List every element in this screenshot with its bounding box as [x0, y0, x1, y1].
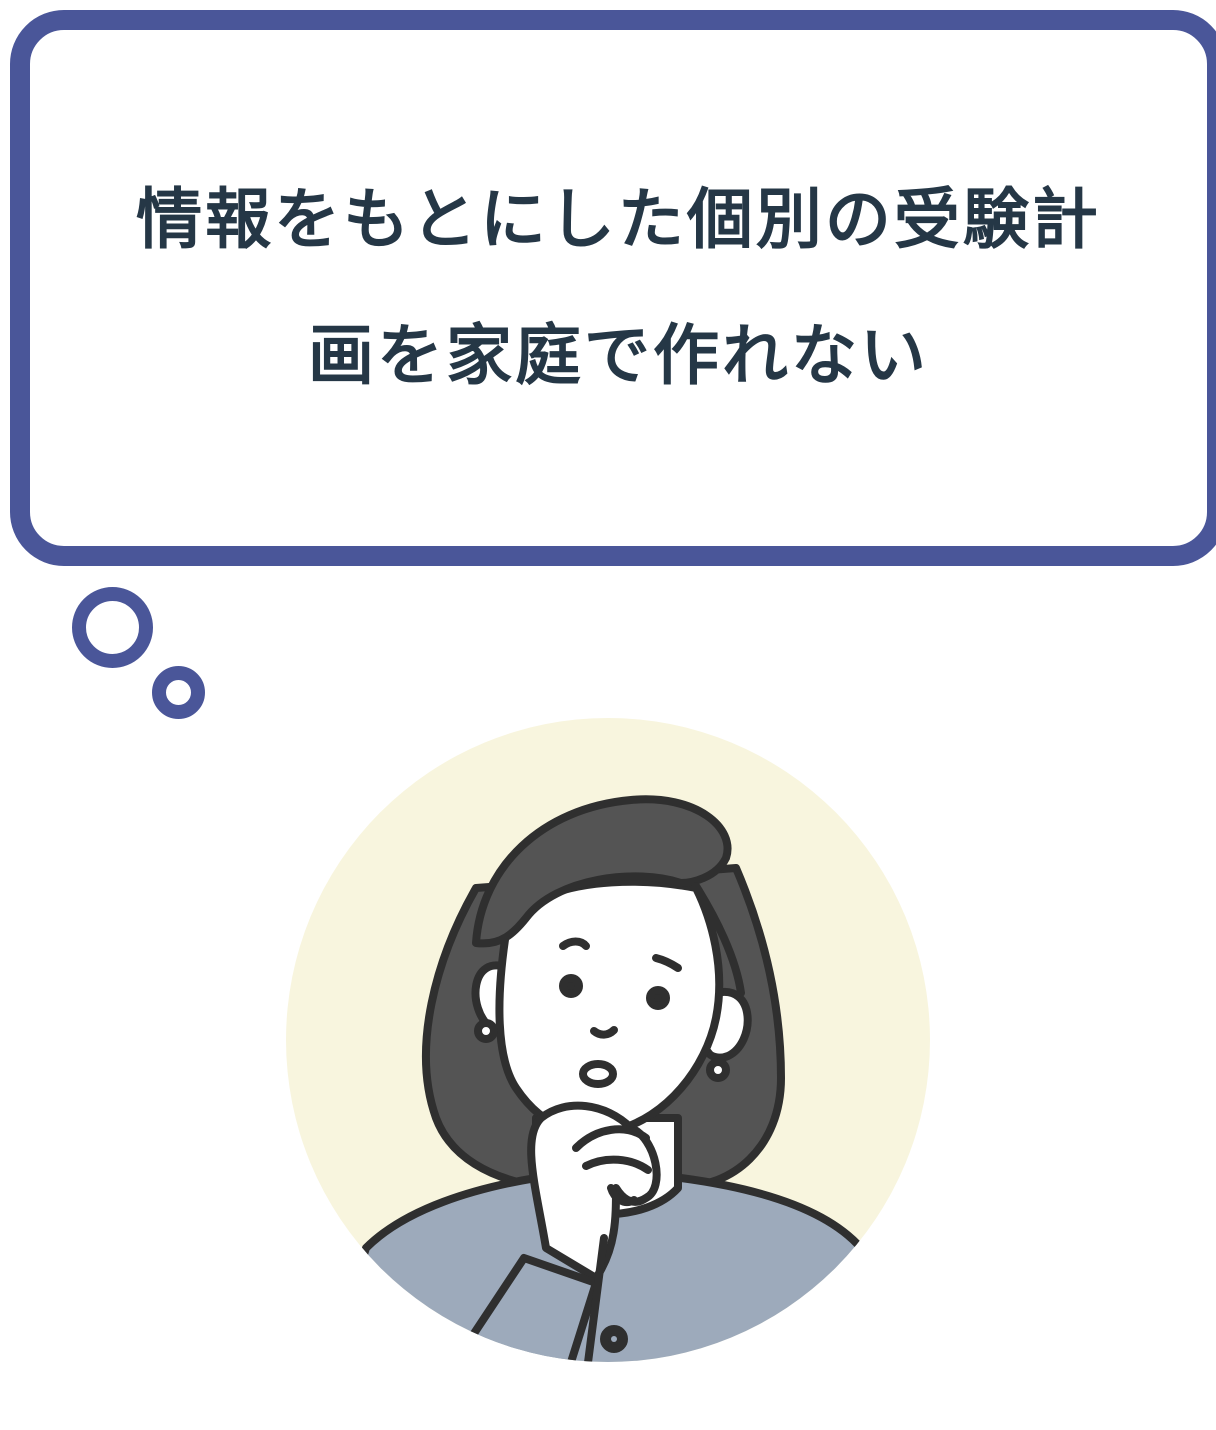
thought-dot-large [72, 587, 153, 668]
thinking-woman-icon [286, 718, 930, 1362]
nose [590, 1026, 618, 1039]
thought-bubble-text: 情報をもとにした個別の受験計 画を家庭で作れない [30, 30, 1207, 546]
left-eye [559, 974, 583, 998]
right-eye [646, 986, 670, 1010]
left-earring [474, 1019, 498, 1043]
left-eyebrow [559, 937, 590, 950]
mouth [579, 1060, 617, 1088]
bubble-text-line-1: 情報をもとにした個別の受験計 [136, 181, 1101, 258]
right-earring [706, 1058, 730, 1082]
thought-dot-small [152, 666, 205, 719]
bubble-text-line-2: 画を家庭で作れない [308, 317, 929, 394]
